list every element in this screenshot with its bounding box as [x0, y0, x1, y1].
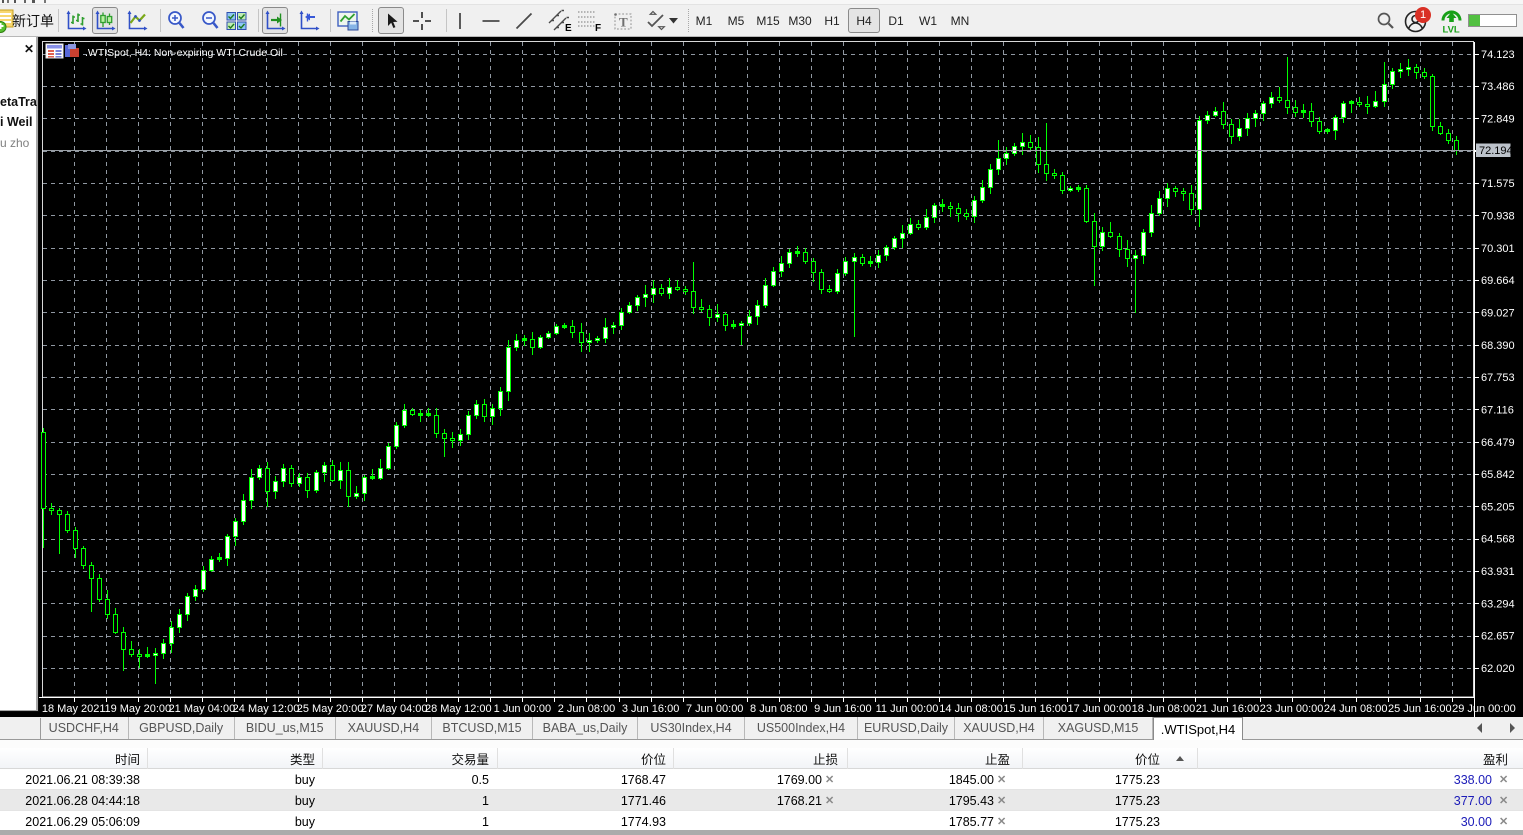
svg-text:21 Jun 16:00: 21 Jun 16:00: [1196, 703, 1260, 715]
svg-text:25 May 20:00: 25 May 20:00: [297, 703, 364, 715]
svg-text:66.479: 66.479: [1481, 437, 1515, 449]
svg-text:15 Jun 16:00: 15 Jun 16:00: [1003, 703, 1067, 715]
svg-text:T: T: [619, 14, 628, 29]
svg-text:65.205: 65.205: [1481, 501, 1515, 513]
svg-text:65.842: 65.842: [1481, 469, 1515, 481]
svg-text:.WTISpot, H4: Non-expiring WT: .WTISpot, H4: Non-expiring WTI Crude Oil: [85, 47, 283, 59]
svg-text:27 May 04:00: 27 May 04:00: [361, 703, 428, 715]
svg-text:28 May 12:00: 28 May 12:00: [425, 703, 492, 715]
svg-text:23 Jun 00:00: 23 Jun 00:00: [1260, 703, 1324, 715]
svg-text:63.294: 63.294: [1481, 598, 1515, 610]
svg-text:21 May 04:00: 21 May 04:00: [169, 703, 236, 715]
svg-text:73.486: 73.486: [1481, 81, 1515, 93]
svg-text:69.664: 69.664: [1481, 275, 1515, 287]
svg-text:68.390: 68.390: [1481, 340, 1515, 352]
svg-text:72.849: 72.849: [1481, 114, 1515, 126]
svg-text:3 Jun 16:00: 3 Jun 16:00: [622, 703, 680, 715]
svg-text:18 May 2021: 18 May 2021: [42, 703, 106, 715]
svg-text:63.931: 63.931: [1481, 566, 1515, 578]
svg-text:62.020: 62.020: [1481, 663, 1515, 675]
svg-text:70.301: 70.301: [1481, 243, 1515, 255]
svg-text:LVL: LVL: [1442, 24, 1459, 34]
svg-text:1 Jun 00:00: 1 Jun 00:00: [494, 703, 552, 715]
svg-text:70.938: 70.938: [1481, 210, 1515, 222]
svg-text:62.657: 62.657: [1481, 631, 1515, 643]
svg-text:F: F: [595, 23, 601, 33]
svg-text:8 Jun 08:00: 8 Jun 08:00: [750, 703, 808, 715]
svg-text:64.568: 64.568: [1481, 534, 1515, 546]
svg-text:9 Jun 16:00: 9 Jun 16:00: [814, 703, 872, 715]
svg-text:67.116: 67.116: [1481, 404, 1514, 416]
svg-text:17 Jun 00:00: 17 Jun 00:00: [1067, 703, 1131, 715]
svg-text:72.194: 72.194: [1479, 145, 1513, 157]
svg-text:7 Jun 00:00: 7 Jun 00:00: [686, 703, 744, 715]
svg-text:19 May 20:00: 19 May 20:00: [104, 703, 171, 715]
svg-text:24 May 12:00: 24 May 12:00: [233, 703, 300, 715]
svg-text:14 Jun 08:00: 14 Jun 08:00: [939, 703, 1003, 715]
svg-text:67.753: 67.753: [1481, 372, 1515, 384]
svg-text:74.123: 74.123: [1481, 49, 1515, 61]
svg-text:25 Jun 16:00: 25 Jun 16:00: [1388, 703, 1452, 715]
svg-text:24 Jun 08:00: 24 Jun 08:00: [1324, 703, 1388, 715]
svg-text:29 Jun 00:00: 29 Jun 00:00: [1452, 703, 1516, 715]
svg-text:69.027: 69.027: [1481, 307, 1515, 319]
svg-text:18 Jun 08:00: 18 Jun 08:00: [1132, 703, 1196, 715]
svg-text:71.575: 71.575: [1481, 178, 1515, 190]
svg-text:11 Jun 00:00: 11 Jun 00:00: [876, 703, 939, 715]
svg-text:2 Jun 08:00: 2 Jun 08:00: [558, 703, 616, 715]
svg-text:E: E: [565, 23, 572, 33]
